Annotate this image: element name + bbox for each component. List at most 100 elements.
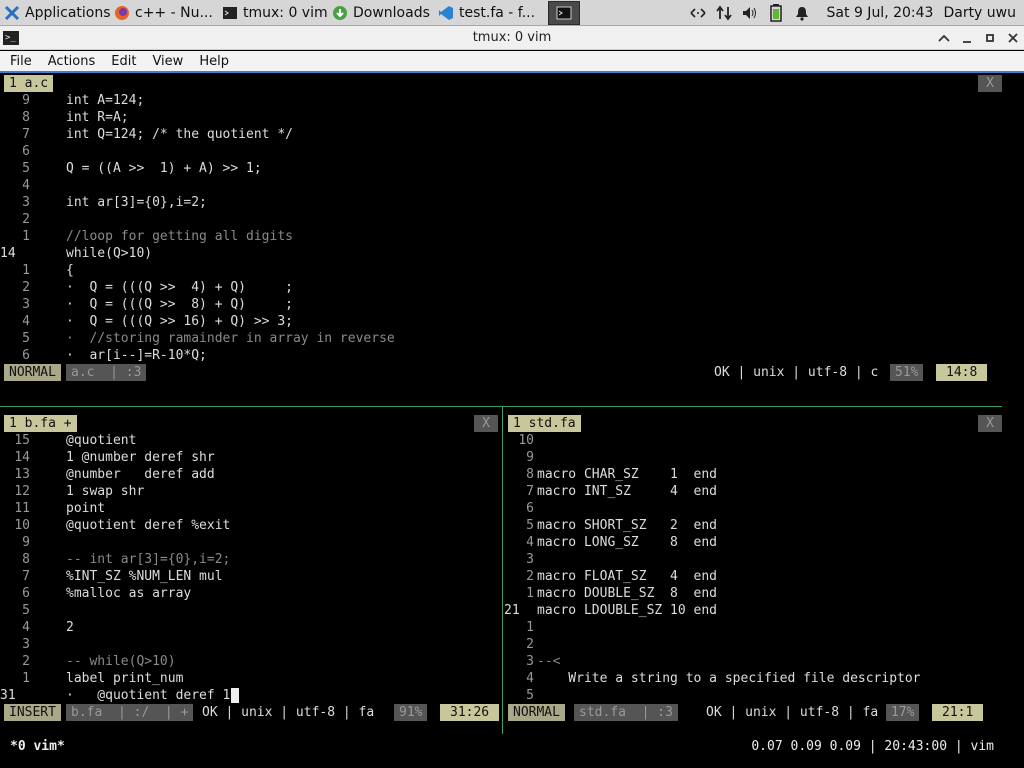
tmux-statusbar: *0 vim* 0.07 0.09 0.09 | 20:43:00 | vim xyxy=(0,737,1024,757)
terminal-app-icon[interactable]: >_ xyxy=(3,30,19,45)
code-text: macro FLOAT_SZ 4 end xyxy=(537,569,718,584)
menu-edit[interactable]: Edit xyxy=(103,54,144,69)
line-number: 1 xyxy=(526,620,534,635)
applications-label: Applications xyxy=(25,4,110,21)
taskbar-terminal[interactable]: tmux: 0 vim xyxy=(218,1,328,25)
clock[interactable]: Sat 9 Jul, 20:43 xyxy=(827,5,934,21)
vscode-icon xyxy=(438,5,454,21)
updown-transfer-icon[interactable] xyxy=(713,2,735,24)
line-number: 2 xyxy=(526,637,534,652)
code-text: %malloc as array xyxy=(66,586,192,601)
taskbar-firefox[interactable]: c++ - Nu... xyxy=(110,1,218,25)
statusline-percent: 91% xyxy=(394,704,428,721)
system-tray: Sat 9 Jul, 20:43 Darty uwu xyxy=(685,0,1024,26)
code-text: label print_num xyxy=(66,671,184,686)
line-number: 6 xyxy=(22,586,30,601)
code-text: · Q = (((Q >> 16) + Q) >> 3; xyxy=(66,314,293,329)
tab-b-fa[interactable]: 1 b.fa + xyxy=(4,415,77,432)
line-number: 3 xyxy=(22,637,30,652)
statusline-info: OK | unix | utf-8 | c xyxy=(714,365,879,380)
line-number: 2 xyxy=(22,654,30,669)
code-text: Write a string to a specified file descr… xyxy=(537,671,921,686)
firefox-icon xyxy=(114,5,130,21)
line-number: 12 xyxy=(14,484,30,499)
top-pane-close-button[interactable]: X xyxy=(978,75,1002,92)
menu-file[interactable]: File xyxy=(0,54,40,69)
network-arrows-icon[interactable] xyxy=(687,2,709,24)
line-number: 2 xyxy=(22,280,30,295)
menu-view[interactable]: View xyxy=(144,54,191,69)
line-number: 15 xyxy=(14,433,30,448)
line-number: 13 xyxy=(14,467,30,482)
line-number: 4 xyxy=(22,314,30,329)
taskbar-vscode[interactable]: test.fa - f... xyxy=(434,1,546,25)
mode-indicator: NORMAL xyxy=(4,364,61,381)
statusline-info: OK | unix | utf-8 | fa xyxy=(706,705,879,720)
line-number: 5 xyxy=(22,603,30,618)
taskbar-firefox-label: c++ - Nu... xyxy=(135,4,213,21)
code-text: --< xyxy=(537,654,561,669)
line-number: 3 xyxy=(526,552,534,567)
right-pane-tabline: 1 std.fa X xyxy=(504,415,1002,432)
statusline-info: OK | unix | utf-8 | fa xyxy=(202,705,375,720)
code-text: macro CHAR_SZ 1 end xyxy=(537,467,718,482)
pane-divider-vertical[interactable] xyxy=(502,407,503,734)
code-text: · ar[i--]=R-10*Q; xyxy=(66,348,207,363)
applications-menu-button[interactable]: Applications xyxy=(0,1,110,25)
line-number: 4 xyxy=(22,620,30,635)
terminal-icon xyxy=(556,5,572,21)
tab-std-fa[interactable]: 1 std.fa xyxy=(508,415,581,432)
line-number: 1 xyxy=(526,586,534,601)
code-text: · //storing ramainder in array in revers… xyxy=(66,331,395,346)
code-text: 1 swap shr xyxy=(66,484,145,499)
window-title: tmux: 0 vim xyxy=(472,30,552,45)
line-number: 10 xyxy=(518,433,534,448)
battery-icon[interactable] xyxy=(765,2,787,24)
notification-bell-icon[interactable] xyxy=(791,2,813,24)
tab-a-c[interactable]: 1 a.c xyxy=(4,75,54,92)
user-name[interactable]: Darty uwu xyxy=(943,5,1016,21)
line-number: 6 xyxy=(22,144,30,159)
left-pane-close-button[interactable]: X xyxy=(474,415,498,432)
statusline-position: 21:1 xyxy=(932,704,984,721)
line-number: 11 xyxy=(14,501,30,516)
tmux-status-right: 0.07 0.09 0.09 | 20:43:00 | vim xyxy=(751,739,994,754)
tmux-window-label[interactable]: *0 vim* xyxy=(10,737,65,757)
code-text: macro INT_SZ 4 end xyxy=(537,484,718,499)
taskbar-downloads-label: Downloads xyxy=(353,4,430,21)
line-number: 9 xyxy=(526,450,534,465)
right-pane-close-button[interactable]: X xyxy=(978,415,1002,432)
right-pane-statusline: NORMAL std.fa | :3 OK | unix | utf-8 | f… xyxy=(504,704,1002,721)
code-text: 1 @number deref shr xyxy=(66,450,215,465)
line-number: 31 xyxy=(0,688,16,703)
taskbar-active-terminal[interactable] xyxy=(548,0,580,25)
code-text: @quotient deref %exit xyxy=(66,518,231,533)
top-panel: Applications c++ - Nu... tmux: 0 vim Dow… xyxy=(0,0,1024,26)
taskbar-downloads[interactable]: Downloads xyxy=(328,1,434,25)
volume-icon[interactable] xyxy=(739,2,761,24)
window-titlebar[interactable]: >_ tmux: 0 vim xyxy=(0,26,1024,50)
line-number: 14 xyxy=(14,450,30,465)
minimize-icon[interactable] xyxy=(955,27,978,49)
line-number: 1 xyxy=(22,263,30,278)
menu-help[interactable]: Help xyxy=(191,54,237,69)
text-cursor xyxy=(230,688,239,703)
code-text: macro LONG_SZ 8 end xyxy=(537,535,718,550)
code-text: @number deref add xyxy=(66,467,215,482)
left-pane-statusline: INSERT b.fa | :/ | + OK | unix | utf-8 |… xyxy=(0,704,500,721)
menu-actions[interactable]: Actions xyxy=(40,54,104,69)
line-number: 7 xyxy=(526,484,534,499)
statusline-file: std.fa | :3 xyxy=(574,704,678,721)
chevron-up-icon[interactable] xyxy=(932,27,955,49)
line-number: 4 xyxy=(22,178,30,193)
close-icon[interactable] xyxy=(1001,27,1024,49)
maximize-icon[interactable] xyxy=(978,27,1001,49)
line-number: 14 xyxy=(0,246,16,261)
statusline-file: a.c | :3 xyxy=(66,364,147,381)
terminal-area[interactable]: 1 a.c X 9 int A=124; 8 int R=A; 7 int Q=124; … xyxy=(0,75,1024,768)
terminal-icon xyxy=(222,5,238,21)
line-number: 10 xyxy=(14,518,30,533)
pane-divider-horizontal[interactable] xyxy=(0,406,1002,407)
code-text: -- while(Q>10) xyxy=(66,654,176,669)
line-number: 4 xyxy=(526,671,534,686)
